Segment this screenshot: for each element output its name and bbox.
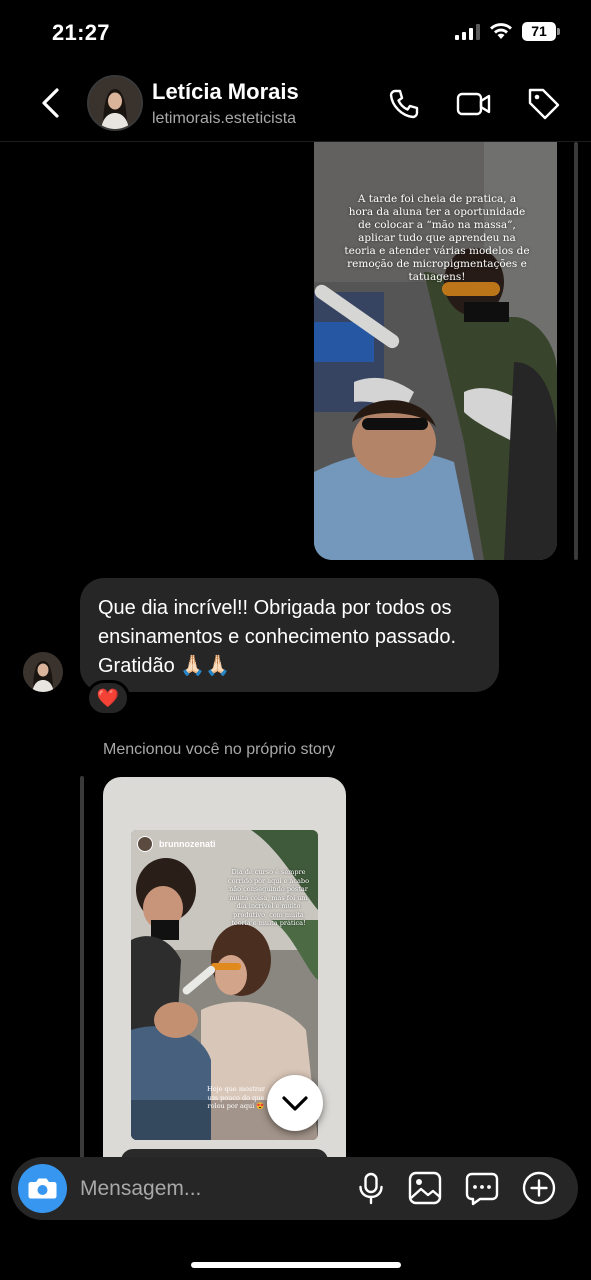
sticker-icon[interactable] [464,1170,500,1206]
thread-line [574,142,578,560]
chevron-down-icon [282,1096,308,1111]
camera-button[interactable] [18,1164,67,1213]
heart-reaction[interactable]: ❤️ [86,680,130,716]
story-caption: A tarde foi cheia de pratica, a hora da … [344,193,530,283]
camera-icon [28,1178,57,1199]
contact-username[interactable]: letimorais.esteticista [152,110,296,128]
video-icon[interactable] [456,86,492,122]
mention-label: Mencionou você no próprio story [103,741,336,758]
gallery-icon[interactable] [407,1170,443,1206]
home-indicator[interactable] [191,1262,401,1268]
status-time: 21:27 [52,20,110,45]
message-composer [11,1157,578,1220]
battery-indicator: 71 [522,22,560,41]
wifi-icon [490,23,512,39]
chat-header: Letícia Morais letimorais.esteticista [0,64,591,142]
shared-story-image[interactable]: A tarde foi cheia de pratica, a hora da … [314,142,557,560]
scroll-to-bottom-button[interactable] [267,1075,323,1131]
story-caption-secondary: Hoje que mostrar um pouco do que rolou p… [207,1085,265,1110]
cellular-signal-icon [455,24,480,40]
battery-level: 71 [522,22,556,41]
status-bar: 21:27 71 [0,0,591,64]
contact-name[interactable]: Letícia Morais [152,79,299,105]
thread-line [80,776,84,1166]
sender-avatar[interactable] [23,652,63,692]
plus-icon[interactable] [521,1170,557,1206]
message-bubble[interactable]: Que dia incrível!! Obrigada por todos os… [80,578,499,692]
contact-avatar[interactable] [87,75,143,131]
story-caption: Dia de curso é sempre corrido por aqui e… [228,868,309,927]
message-input[interactable] [80,1157,340,1220]
phone-icon[interactable] [386,86,422,122]
microphone-icon[interactable] [353,1170,389,1206]
story-author-avatar [137,836,153,852]
story-author-handle: brunnozenati [159,839,216,849]
tag-icon[interactable] [526,86,562,122]
back-icon[interactable] [36,86,66,120]
